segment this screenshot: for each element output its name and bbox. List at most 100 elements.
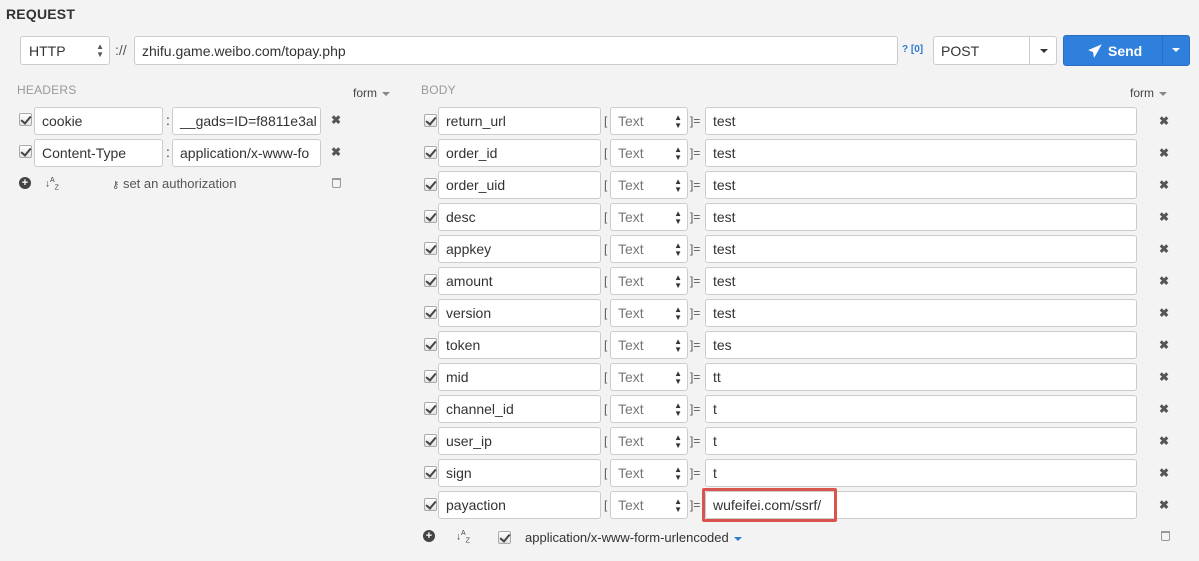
url-input[interactable]: zhifu.game.weibo.com/topay.php — [134, 36, 898, 65]
body-param-checkbox[interactable] — [424, 402, 437, 415]
bracket-equals: ]= — [690, 434, 701, 448]
body-param-type-select[interactable]: Text ▲ ▼ — [610, 203, 688, 231]
body-param-value-input[interactable]: test — [705, 267, 1137, 295]
close-icon[interactable]: ✖ — [1159, 402, 1169, 416]
close-icon[interactable]: ✖ — [331, 145, 341, 159]
url-help-link[interactable]: ? [0] — [902, 44, 923, 55]
body-param-checkbox[interactable] — [424, 306, 437, 319]
body-param-value-input[interactable]: test — [705, 107, 1137, 135]
close-icon[interactable]: ✖ — [1159, 498, 1169, 512]
body-param-type-select[interactable]: Text ▲ ▼ — [610, 427, 688, 455]
chevron-down-icon — [382, 91, 390, 96]
close-icon[interactable]: ✖ — [1159, 338, 1169, 352]
bracket-open: [ — [604, 146, 608, 160]
body-param-checkbox[interactable] — [424, 338, 437, 351]
send-options-toggle[interactable] — [1162, 36, 1189, 65]
body-param-value-input[interactable]: test — [705, 235, 1137, 263]
close-icon[interactable]: ✖ — [1159, 274, 1169, 288]
header-name-input[interactable]: cookie — [34, 107, 163, 135]
type-value: Text — [618, 145, 644, 161]
body-param-type-select[interactable]: Text ▲ ▼ — [610, 363, 688, 391]
chevron-down-icon[interactable] — [1029, 37, 1056, 64]
body-param-checkbox[interactable] — [424, 114, 437, 127]
close-icon[interactable]: ✖ — [1159, 178, 1169, 192]
encoding-checkbox[interactable] — [498, 531, 511, 544]
scheme-select[interactable]: HTTP ▲ ▼ — [20, 36, 110, 65]
body-param-type-select[interactable]: Text ▲ ▼ — [610, 107, 688, 135]
set-authorization-link[interactable]: ⚷ set an authorization — [112, 176, 236, 191]
add-header-icon[interactable]: + — [19, 177, 31, 189]
body-param-value-input[interactable]: tt — [705, 363, 1137, 391]
body-param-value-input[interactable]: test — [705, 299, 1137, 327]
close-icon[interactable]: ✖ — [1159, 114, 1169, 128]
body-param-type-select[interactable]: Text ▲ ▼ — [610, 139, 688, 167]
body-param-checkbox[interactable] — [424, 274, 437, 287]
close-icon[interactable]: ✖ — [1159, 466, 1169, 480]
body-param-checkbox[interactable] — [424, 498, 437, 511]
body-param-type-select[interactable]: Text ▲ ▼ — [610, 395, 688, 423]
add-body-param-icon[interactable]: + — [423, 530, 435, 542]
body-param-name-input[interactable]: user_ip — [438, 427, 601, 455]
method-select[interactable]: POST — [933, 36, 1057, 65]
body-param-value-input[interactable]: test — [705, 139, 1137, 167]
body-param-type-select[interactable]: Text ▲ ▼ — [610, 459, 688, 487]
close-icon[interactable]: ✖ — [1159, 434, 1169, 448]
bracket-open: [ — [604, 402, 608, 416]
body-param-name-input[interactable]: order_uid — [438, 171, 601, 199]
body-param-checkbox[interactable] — [424, 242, 437, 255]
close-icon[interactable]: ✖ — [1159, 146, 1169, 160]
select-arrows-icon: ▲ ▼ — [674, 433, 682, 450]
body-param-type-select[interactable]: Text ▲ ▼ — [610, 171, 688, 199]
body-param-name-input[interactable]: version — [438, 299, 601, 327]
body-param-name-input[interactable]: sign — [438, 459, 601, 487]
header-enabled-checkbox[interactable] — [19, 145, 32, 158]
body-param-value-input[interactable]: tes — [705, 331, 1137, 359]
sort-icon[interactable]: ↓AZ — [456, 530, 470, 545]
body-param-type-select[interactable]: Text ▲ ▼ — [610, 491, 688, 519]
body-param-name-input[interactable]: desc — [438, 203, 601, 231]
close-icon[interactable]: ✖ — [1159, 306, 1169, 320]
body-param-checkbox[interactable] — [424, 210, 437, 223]
body-param-type-select[interactable]: Text ▲ ▼ — [610, 299, 688, 327]
body-param-value-input[interactable]: test — [705, 171, 1137, 199]
body-mode-toggle[interactable]: form — [1130, 86, 1167, 100]
header-name-input[interactable]: Content-Type — [34, 139, 163, 167]
chevron-down-icon — [733, 536, 742, 541]
close-icon[interactable]: ✖ — [331, 113, 341, 127]
close-icon[interactable]: ✖ — [1159, 242, 1169, 256]
body-param-value-input[interactable]: t — [705, 395, 1137, 423]
body-param-value-input[interactable]: test — [705, 203, 1137, 231]
method-value: POST — [941, 43, 980, 59]
close-icon[interactable]: ✖ — [1159, 370, 1169, 384]
body-param-value-input[interactable]: t — [705, 459, 1137, 487]
body-param-checkbox[interactable] — [424, 146, 437, 159]
body-param-checkbox[interactable] — [424, 434, 437, 447]
header-value-input[interactable]: application/x-www-fo — [172, 139, 321, 167]
body-param-name-input[interactable]: mid — [438, 363, 601, 391]
body-param-name-input[interactable]: return_url — [438, 107, 601, 135]
encoding-select[interactable]: application/x-www-form-urlencoded — [525, 530, 742, 545]
headers-mode-toggle[interactable]: form — [353, 86, 390, 100]
trash-icon[interactable] — [332, 178, 341, 188]
body-param-name-input[interactable]: appkey — [438, 235, 601, 263]
body-param-name-input[interactable]: payaction — [438, 491, 601, 519]
bracket-open: [ — [604, 370, 608, 384]
body-param-type-select[interactable]: Text ▲ ▼ — [610, 331, 688, 359]
bracket-equals: ]= — [690, 338, 701, 352]
body-param-type-select[interactable]: Text ▲ ▼ — [610, 235, 688, 263]
body-param-checkbox[interactable] — [424, 178, 437, 191]
body-param-value-input[interactable]: t — [705, 427, 1137, 455]
body-param-name-input[interactable]: token — [438, 331, 601, 359]
body-param-name-input[interactable]: amount — [438, 267, 601, 295]
body-param-name-input[interactable]: channel_id — [438, 395, 601, 423]
body-param-type-select[interactable]: Text ▲ ▼ — [610, 267, 688, 295]
close-icon[interactable]: ✖ — [1159, 210, 1169, 224]
header-value-input[interactable]: __gads=ID=f8811e3al — [172, 107, 321, 135]
sort-icon[interactable]: ↓AZ — [45, 177, 59, 192]
body-param-checkbox[interactable] — [424, 370, 437, 383]
trash-icon[interactable] — [1161, 531, 1170, 541]
header-enabled-checkbox[interactable] — [19, 113, 32, 126]
body-param-name-input[interactable]: order_id — [438, 139, 601, 167]
send-button[interactable]: Send — [1063, 35, 1190, 66]
body-param-checkbox[interactable] — [424, 466, 437, 479]
